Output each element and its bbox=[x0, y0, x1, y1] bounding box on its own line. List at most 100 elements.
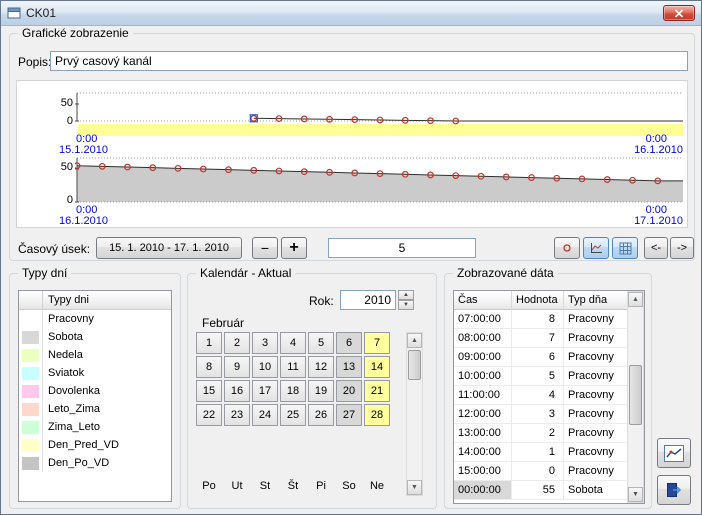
calendar-day-26[interactable]: 26 bbox=[308, 404, 334, 426]
data-row[interactable]: 10:00:005Pracovny bbox=[454, 367, 644, 386]
table-scroll-up-icon[interactable]: ▲ bbox=[628, 292, 643, 307]
chart1-ytick-50: 50 bbox=[47, 97, 73, 109]
table-scrollbar-track[interactable] bbox=[628, 307, 643, 487]
calendar-day-2[interactable]: 2 bbox=[224, 332, 250, 354]
calendar-day-7[interactable]: 7 bbox=[364, 332, 390, 354]
data-title: Zobrazované dáta bbox=[453, 266, 558, 280]
table-scrollbar-thumb[interactable] bbox=[629, 365, 642, 425]
day-types-column-header[interactable]: Typy dni bbox=[43, 291, 89, 309]
cell-type: Pracovny bbox=[564, 405, 629, 423]
data-row[interactable]: 12:00:003Pracovny bbox=[454, 405, 644, 424]
dialog-window: CK01 Grafické zobrazenie Popis: 50 0 0:0… bbox=[0, 0, 702, 515]
calendar-day-27[interactable]: 27 bbox=[336, 404, 362, 426]
calendar-day-20[interactable]: 20 bbox=[336, 380, 362, 402]
cell-type: Pracovny bbox=[564, 462, 629, 480]
interval-input[interactable] bbox=[328, 238, 476, 258]
weekday-label: Po bbox=[196, 478, 222, 492]
titlebar[interactable]: CK01 bbox=[1, 1, 701, 26]
zoom-in-button[interactable]: + bbox=[281, 237, 307, 259]
calendar-day-8[interactable]: 8 bbox=[196, 356, 222, 378]
spin-up-icon[interactable]: ▲ bbox=[398, 290, 414, 300]
weekday-label: Pi bbox=[308, 478, 334, 492]
scroll-down-icon[interactable]: ▼ bbox=[407, 480, 422, 495]
cell-time: 11:00:00 bbox=[454, 386, 512, 404]
year-spinner[interactable]: ▲ ▼ bbox=[398, 290, 414, 310]
calendar-day-17[interactable]: 17 bbox=[252, 380, 278, 402]
close-button[interactable] bbox=[663, 5, 695, 21]
calendar-day-16[interactable]: 16 bbox=[224, 380, 250, 402]
calendar-day-6[interactable]: 6 bbox=[336, 332, 362, 354]
calendar-day-25[interactable]: 25 bbox=[280, 404, 306, 426]
scroll-up-icon[interactable]: ▲ bbox=[407, 333, 422, 348]
spin-down-icon[interactable]: ▼ bbox=[398, 300, 414, 310]
day-type-row[interactable]: Leto_Zima bbox=[19, 400, 171, 418]
weekday-label: St bbox=[252, 478, 278, 492]
col-header-typ[interactable]: Typ dňa bbox=[564, 291, 629, 310]
calendar-day-11[interactable]: 11 bbox=[280, 356, 306, 378]
data-row[interactable]: 14:00:001Pracovny bbox=[454, 443, 644, 462]
data-row[interactable]: 07:00:008Pracovny bbox=[454, 310, 644, 329]
calendar-day-24[interactable]: 24 bbox=[252, 404, 278, 426]
day-type-row[interactable]: Sobota bbox=[19, 328, 171, 346]
day-type-row[interactable]: Dovolenka bbox=[19, 382, 171, 400]
day-type-color-cell bbox=[19, 436, 43, 454]
day-type-row[interactable]: Zima_Leto bbox=[19, 418, 171, 436]
day-type-row[interactable]: Den_Po_VD bbox=[19, 454, 171, 472]
popis-input[interactable] bbox=[50, 51, 688, 71]
day-type-row[interactable]: Sviatok bbox=[19, 364, 171, 382]
calendar-day-3[interactable]: 3 bbox=[252, 332, 278, 354]
cell-type: Pracovny bbox=[564, 386, 629, 404]
data-row[interactable]: 08:00:007Pracovny bbox=[454, 329, 644, 348]
graph-settings-button[interactable] bbox=[657, 438, 691, 468]
next-button[interactable]: -> bbox=[670, 237, 694, 259]
col-header-hodnota[interactable]: Hodnota bbox=[512, 291, 564, 310]
zoom-out-button[interactable]: − bbox=[252, 237, 278, 259]
calendar-day-1[interactable]: 1 bbox=[196, 332, 222, 354]
data-row[interactable]: 11:00:004Pracovny bbox=[454, 386, 644, 405]
calendar-day-23[interactable]: 23 bbox=[224, 404, 250, 426]
day-type-row[interactable]: Pracovny bbox=[19, 310, 171, 328]
prev-button[interactable]: <- bbox=[644, 237, 668, 259]
table-scroll-down-icon[interactable]: ▼ bbox=[628, 487, 643, 502]
cell-value: 7 bbox=[512, 329, 564, 347]
calendar-day-28[interactable]: 28 bbox=[364, 404, 390, 426]
calendar-day-9[interactable]: 9 bbox=[224, 356, 250, 378]
cell-type: Sobota bbox=[564, 481, 629, 499]
calendar-scrollbar[interactable]: ▲ ▼ bbox=[406, 332, 423, 496]
month-label: Február bbox=[202, 316, 244, 330]
calendar-day-15[interactable]: 15 bbox=[196, 380, 222, 402]
chart-1-plot[interactable] bbox=[75, 89, 685, 139]
curve-mode-button[interactable] bbox=[583, 237, 609, 259]
table-scrollbar[interactable]: ▲ ▼ bbox=[627, 291, 644, 503]
data-row[interactable]: 13:00:002Pracovny bbox=[454, 424, 644, 443]
calendar-day-22[interactable]: 22 bbox=[196, 404, 222, 426]
data-row[interactable]: 15:00:000Pracovny bbox=[454, 462, 644, 481]
calendar-day-19[interactable]: 19 bbox=[308, 380, 334, 402]
data-row[interactable]: 09:00:006Pracovny bbox=[454, 348, 644, 367]
exit-button[interactable] bbox=[657, 475, 691, 505]
calendar-scrollbar-track[interactable] bbox=[407, 348, 422, 480]
data-table: Čas Hodnota Typ dňa 07:00:008Pracovny08:… bbox=[453, 290, 645, 504]
calendar-day-18[interactable]: 18 bbox=[280, 380, 306, 402]
day-type-row[interactable]: Nedela bbox=[19, 346, 171, 364]
points-mode-button[interactable] bbox=[554, 237, 580, 259]
day-type-row[interactable]: Den_Pred_VD bbox=[19, 436, 171, 454]
calendar-day-12[interactable]: 12 bbox=[308, 356, 334, 378]
grid-mode-button[interactable] bbox=[612, 237, 638, 259]
cell-time: 08:00:00 bbox=[454, 329, 512, 347]
calendar-day-21[interactable]: 21 bbox=[364, 380, 390, 402]
date-range-button[interactable]: 15. 1. 2010 - 17. 1. 2010 bbox=[96, 237, 242, 259]
calendar-day-13[interactable]: 13 bbox=[336, 356, 362, 378]
calendar-scrollbar-thumb[interactable] bbox=[408, 350, 421, 380]
calendar-day-10[interactable]: 10 bbox=[252, 356, 278, 378]
calendar-day-4[interactable]: 4 bbox=[280, 332, 306, 354]
cell-type: Pracovny bbox=[564, 443, 629, 461]
year-input[interactable] bbox=[340, 290, 396, 310]
day-type-color-cell bbox=[19, 346, 43, 364]
day-type-color-swatch bbox=[22, 457, 39, 470]
col-header-cas[interactable]: Čas bbox=[454, 291, 512, 310]
calendar-day-5[interactable]: 5 bbox=[308, 332, 334, 354]
calendar-weekday-row: PoUtStŠtPiSoNe bbox=[196, 478, 390, 492]
calendar-day-14[interactable]: 14 bbox=[364, 356, 390, 378]
data-row[interactable]: 00:00:0055Sobota bbox=[454, 481, 644, 500]
